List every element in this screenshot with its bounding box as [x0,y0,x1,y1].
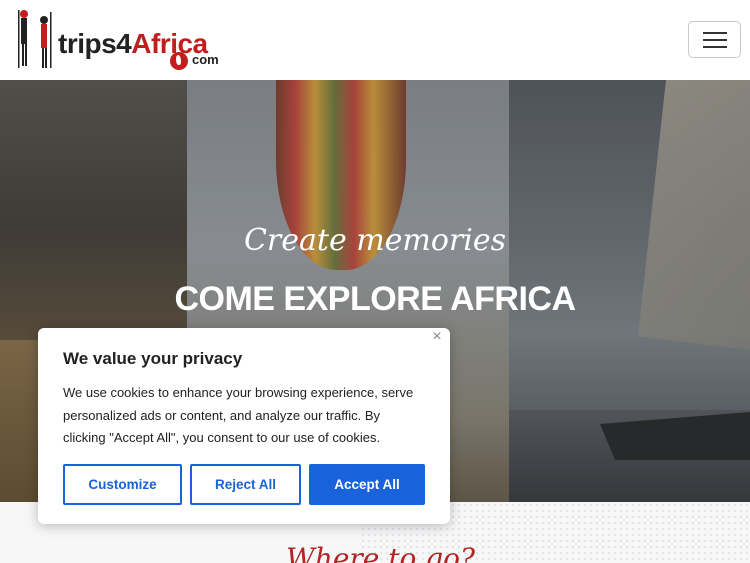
logo-word-main: trips4 [58,28,132,59]
hero-script-line: Create memories [243,223,507,258]
cookie-title: We value your privacy [63,349,243,368]
maasai-figures-icon [18,10,52,68]
hamburger-icon [703,32,727,34]
customize-button[interactable]: Customize [63,464,182,505]
accept-all-button[interactable]: Accept All [309,464,425,505]
reject-all-button[interactable]: Reject All [190,464,301,505]
close-icon[interactable]: × [430,329,444,345]
hamburger-icon-line [703,39,727,41]
section-script-title: Where to go? [286,542,476,563]
hero-headline: COME EXPLORE AFRICA [174,280,576,318]
logo-suffix: com [192,52,219,67]
site-logo[interactable]: trips4Africa com [14,6,219,72]
menu-toggle-button[interactable] [688,21,741,58]
globe-icon [170,52,188,70]
cookie-body: We use cookies to enhance your browsing … [63,385,414,445]
site-header: trips4Africa com [0,0,750,80]
hamburger-icon-line [703,46,727,48]
cookie-consent-dialog: × We value your privacy We use cookies t… [38,328,450,524]
